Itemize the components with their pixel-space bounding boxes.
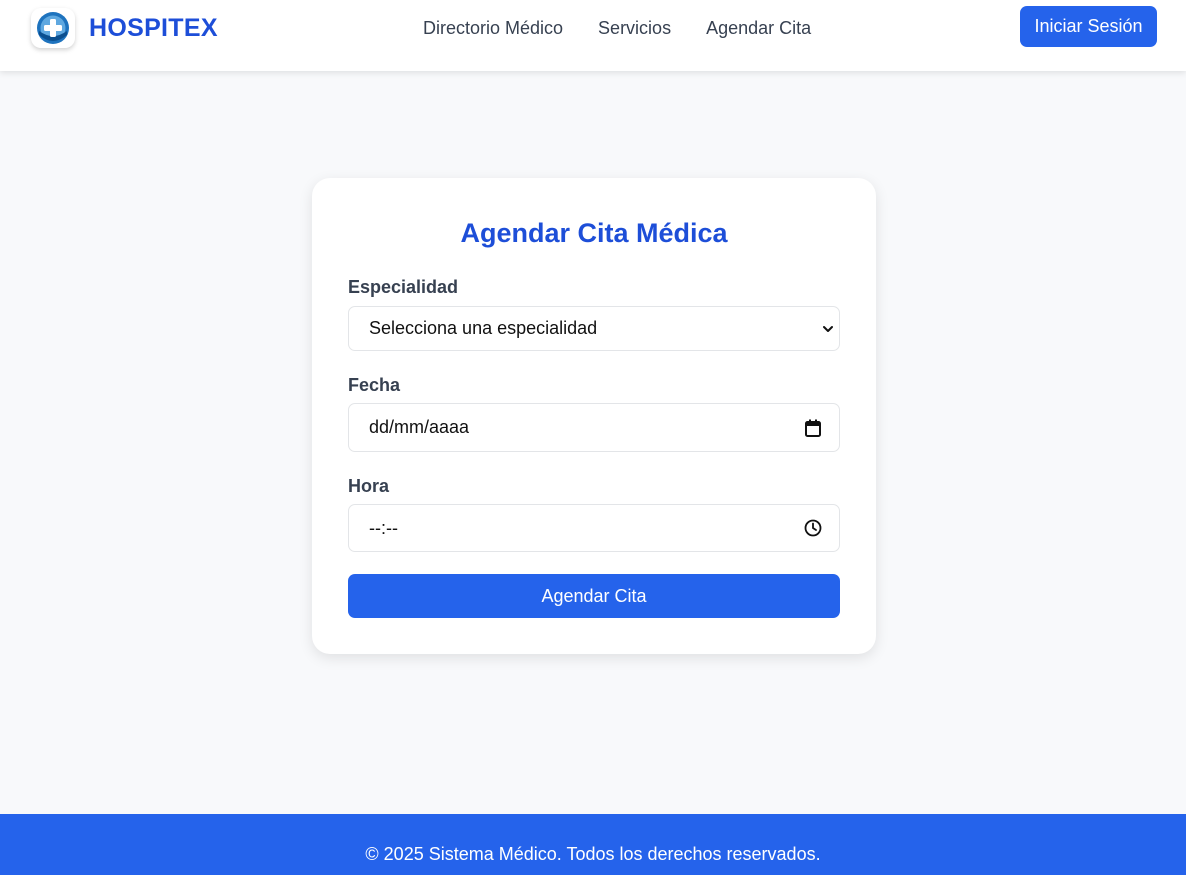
time-input[interactable]: --:--	[348, 504, 840, 552]
chevron-down-icon	[821, 325, 835, 333]
calendar-icon[interactable]	[795, 419, 831, 437]
nav-link-directorio[interactable]: Directorio Médico	[423, 17, 563, 39]
nav-link-servicios[interactable]: Servicios	[598, 17, 671, 39]
nav-link-agendar-cita[interactable]: Agendar Cita	[706, 17, 811, 39]
brand-name: HOSPITEX	[89, 13, 218, 42]
medical-cross-logo-icon	[37, 12, 69, 44]
date-label: Fecha	[348, 375, 401, 395]
footer-copyright: © 2025 Sistema Médico. Todos los derecho…	[365, 844, 821, 864]
date-input[interactable]: dd/mm/aaaa	[348, 403, 840, 452]
date-placeholder: dd/mm/aaaa	[369, 417, 470, 437]
logo	[31, 8, 75, 48]
time-label: Hora	[348, 476, 390, 496]
page: HOSPITEX Directorio Médico Servicios Age…	[0, 0, 1186, 875]
top-header: HOSPITEX Directorio Médico Servicios Age…	[0, 0, 1186, 71]
brand[interactable]: HOSPITEX	[31, 8, 218, 48]
main-nav: Directorio Médico Servicios Agendar Cita	[423, 17, 846, 39]
specialty-selected-value: Selecciona una especialidad	[369, 318, 598, 338]
specialty-select[interactable]: Selecciona una especialidad	[348, 306, 840, 351]
form-title: Agendar Cita Médica	[460, 218, 728, 248]
clock-icon[interactable]	[795, 519, 831, 537]
login-button[interactable]: Iniciar Sesión	[1020, 6, 1157, 47]
footer: © 2025 Sistema Médico. Todos los derecho…	[0, 814, 1186, 875]
specialty-label: Especialidad	[348, 277, 459, 297]
time-placeholder: --:--	[369, 517, 398, 538]
submit-appointment-button[interactable]: Agendar Cita	[348, 574, 840, 618]
appointment-card: Agendar Cita Médica Especialidad Selecci…	[312, 178, 876, 654]
